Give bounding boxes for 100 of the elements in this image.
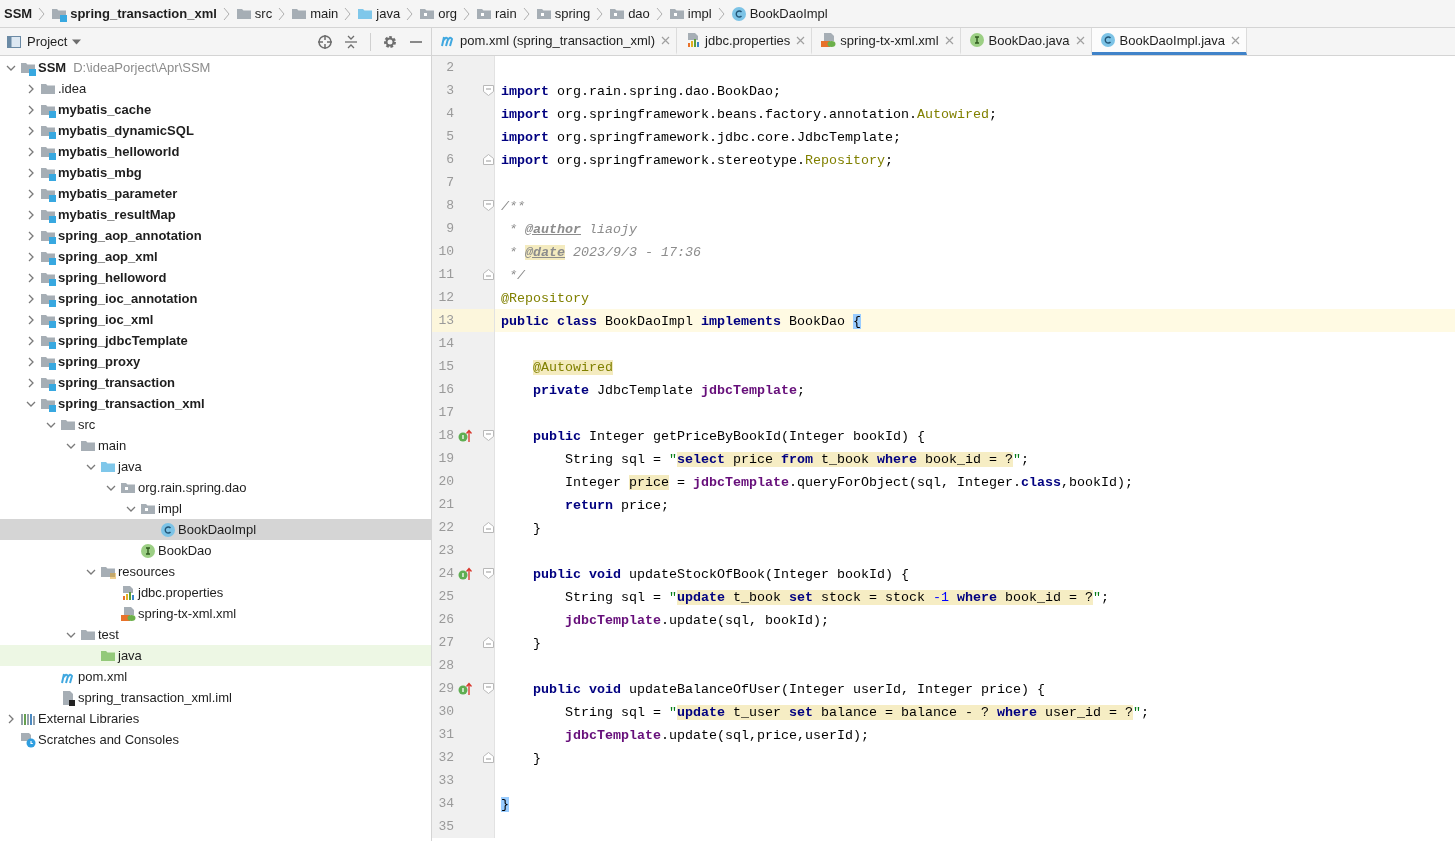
line-number: 33 [437, 773, 454, 788]
tree-item[interactable]: .idea [0, 78, 431, 99]
code-line: import org.springframework.stereotype.Repository; [501, 152, 893, 168]
tree-item[interactable]: java [0, 456, 431, 477]
chevron-icon [38, 5, 46, 22]
code-line: public class BookDaoImpl implements BookDao { [501, 313, 861, 329]
tree-item[interactable]: spring_transaction [0, 372, 431, 393]
tree-item[interactable]: spring_helloword [0, 267, 431, 288]
tree-item[interactable]: mybatis_resultMap [0, 204, 431, 225]
line-number: 34 [437, 796, 454, 811]
tree-item[interactable]: BookDaoImpl [0, 519, 431, 540]
editor-tab[interactable]: pom.xml (spring_transaction_xml) [432, 28, 678, 55]
chevron-icon [522, 5, 530, 22]
tree-item[interactable]: Scratches and Consoles [0, 729, 431, 750]
breadcrumb-item[interactable]: impl [668, 5, 712, 22]
editor-tab[interactable]: BookDaoImpl.java [1091, 28, 1248, 55]
breadcrumb-item[interactable]: SSM [4, 6, 33, 21]
line-number: 11 [437, 267, 454, 282]
line-number: 3 [445, 83, 454, 98]
code-line: import org.springframework.beans.factory.annotation.Autowired; [501, 106, 997, 122]
tree-item[interactable]: spring_proxy [0, 351, 431, 372]
breadcrumb-item[interactable]: spring [535, 5, 591, 22]
line-number: 6 [445, 152, 454, 167]
locate-icon [317, 33, 333, 50]
tree-item[interactable]: main [0, 435, 431, 456]
tree-item[interactable]: java [0, 645, 431, 666]
tree-item[interactable]: spring_transaction_xml.iml [0, 687, 431, 708]
breadcrumb-item[interactable]: dao [609, 5, 650, 22]
line-number: 7 [445, 175, 454, 190]
line-number: 10 [437, 244, 454, 259]
line-number: 30 [437, 704, 454, 719]
line-number: 12 [437, 290, 454, 305]
line-number: 2 [445, 60, 454, 75]
tree-item[interactable]: spring_aop_xml [0, 246, 431, 267]
scratches-icon [20, 731, 36, 748]
line-number: 29 [437, 681, 454, 696]
breadcrumb-item[interactable]: spring_transaction_xml [51, 5, 217, 22]
tree-item[interactable]: mybatis_mbg [0, 162, 431, 183]
class-icon [730, 5, 747, 22]
tree-item[interactable]: mybatis_parameter [0, 183, 431, 204]
breadcrumb-item[interactable]: rain [476, 5, 517, 22]
breadcrumb-item[interactable]: org [419, 5, 457, 22]
properties-file-icon [120, 584, 136, 601]
editor-tab[interactable]: jdbc.properties [677, 28, 813, 55]
chevron-icon [344, 5, 352, 22]
tree-item[interactable]: test [0, 624, 431, 645]
line-number: 20 [437, 474, 454, 489]
code-line: @Repository [501, 290, 589, 306]
code-line: return price; [565, 497, 669, 513]
tree-item[interactable]: spring_aop_annotation [0, 225, 431, 246]
xml-file-icon [820, 32, 837, 48]
code-line: import org.rain.spring.dao.BookDao; [501, 83, 781, 99]
line-number: 4 [445, 106, 454, 121]
line-number: 32 [437, 750, 454, 765]
line-number: 25 [437, 589, 454, 604]
tree-item[interactable]: mybatis_helloworld [0, 141, 431, 162]
code-line: * @date 2023/9/3 - 17:36 [508, 244, 701, 260]
interface-icon [968, 32, 985, 48]
line-number: 23 [437, 543, 454, 558]
breadcrumb-item[interactable]: main [291, 5, 339, 22]
tree-item[interactable]: mybatis_dynamicSQL [0, 120, 431, 141]
breadcrumb-item[interactable]: BookDaoImpl [730, 5, 828, 22]
tree-item[interactable]: src [0, 414, 431, 435]
chevron-icon [717, 5, 725, 22]
tree-item[interactable]: SSM D:\ideaPorject\Apr\SSM [0, 57, 431, 78]
editor-tab[interactable]: BookDao.java [960, 28, 1092, 55]
tree-item[interactable]: spring_ioc_xml [0, 309, 431, 330]
project-view-dropdown[interactable]: Project [6, 33, 82, 50]
tree-item[interactable]: org.rain.spring.dao [0, 477, 431, 498]
line-number: 18 [437, 428, 454, 443]
code-line: * @author liaojy [508, 221, 637, 237]
line-number: 19 [437, 451, 454, 466]
line-number: 27 [437, 635, 454, 650]
chevron-icon [655, 5, 663, 22]
tree-item[interactable]: spring_jdbcTemplate [0, 330, 431, 351]
breadcrumb-item[interactable]: java [357, 5, 401, 22]
tree-item[interactable]: External Libraries [0, 708, 431, 729]
breadcrumb-item[interactable]: src [235, 5, 273, 22]
line-number: 28 [437, 658, 454, 673]
tree-item[interactable]: spring_ioc_annotation [0, 288, 431, 309]
chevron-icon [222, 5, 230, 22]
class-icon [1099, 32, 1116, 48]
code-line: import org.springframework.jdbc.core.JdbcTemplate; [501, 129, 901, 145]
tree-item[interactable]: resources [0, 561, 431, 582]
code-line: private JdbcTemplate jdbcTemplate; [533, 382, 805, 398]
tree-item[interactable]: impl [0, 498, 431, 519]
tree-item[interactable]: jdbc.properties [0, 582, 431, 603]
tree-item[interactable]: mybatis_cache [0, 99, 431, 120]
line-number: 15 [437, 359, 454, 374]
line-number: 22 [437, 520, 454, 535]
line-number: 8 [445, 198, 454, 213]
tree-item[interactable]: BookDao [0, 540, 431, 561]
chevron-icon [463, 5, 470, 22]
code-line: String sql = "update t_user set balance = balance - ? where user_id = ?"; [565, 704, 1149, 720]
editor-tab[interactable]: spring-tx-xml.xml [812, 28, 961, 55]
tree-item[interactable]: pom.xml [0, 666, 431, 687]
tree-item[interactable]: spring-tx-xml.xml [0, 603, 431, 624]
tree-item[interactable]: spring_transaction_xml [0, 393, 431, 414]
project-path: D:\ideaPorject\Apr\SSM [73, 60, 211, 75]
line-number: 17 [437, 405, 454, 420]
